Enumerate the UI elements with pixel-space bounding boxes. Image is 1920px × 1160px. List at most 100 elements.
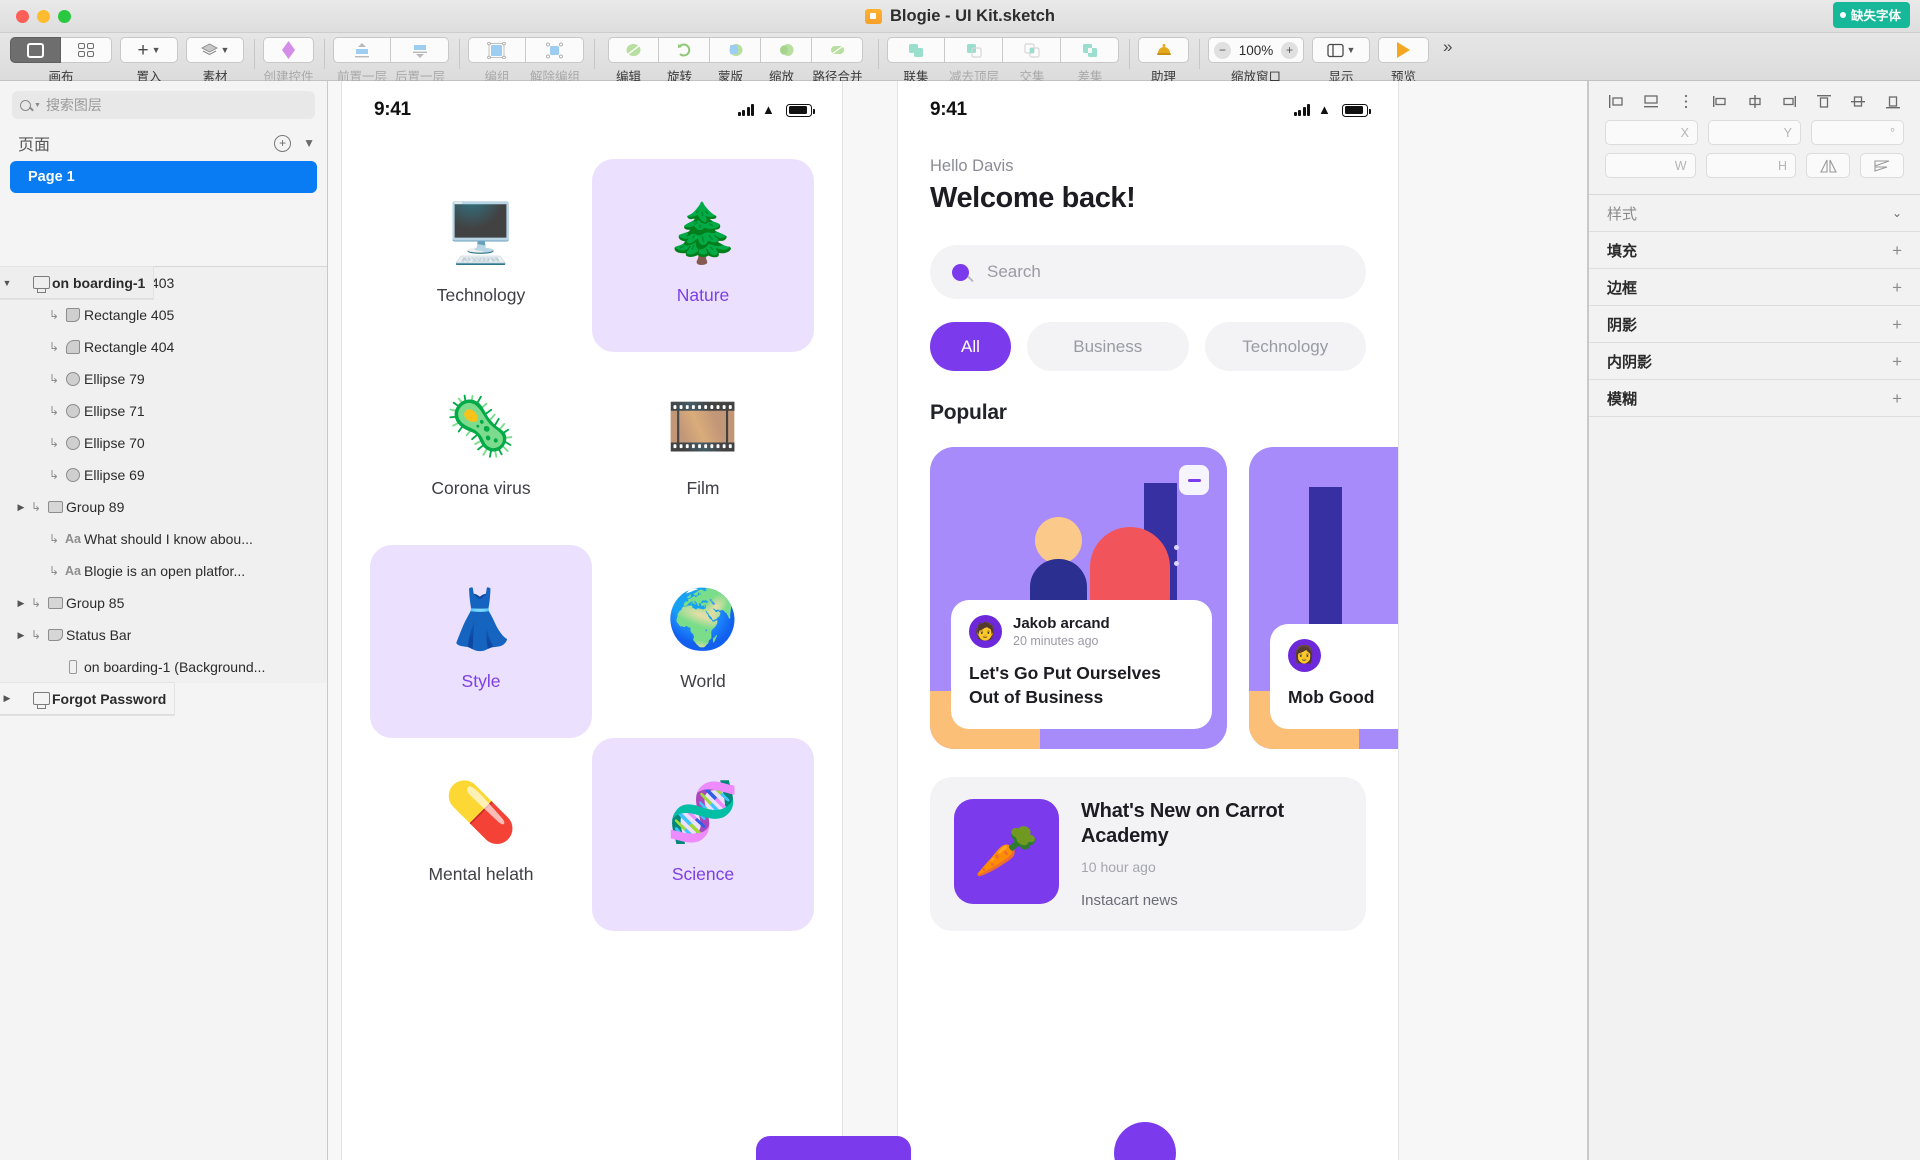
align-start-icon[interactable] [1711,93,1730,110]
chevron-right-icon[interactable]: · [32,374,46,384]
plus-icon[interactable]: + [1892,279,1902,296]
layer-search-box[interactable]: ▼ 搜索图层 [12,91,315,119]
filter-pill[interactable]: Technology [1204,322,1366,371]
layer-row[interactable]: ·↳ Ellipse 70 [0,427,327,459]
category-tile[interactable]: 🖥️ Technology [370,159,592,352]
assistant-button[interactable] [1138,37,1189,63]
intersect-button[interactable] [1003,37,1061,63]
zoom-control[interactable]: − 100% + [1208,37,1304,63]
align-middle-icon[interactable] [1745,93,1764,110]
zoom-in-button[interactable]: + [1281,41,1298,59]
popular-card-row[interactable]: 🧑 Jakob arcand 20 minutes ago Let's Go P… [930,447,1398,749]
chevron-right-icon[interactable]: ▶ [14,502,28,513]
align-distribute-icon[interactable] [1676,93,1695,110]
layer-row[interactable]: ·↳ Ellipse 69 [0,459,327,491]
layer-row[interactable]: ·↳ AaWhat should I know abou... [0,523,327,555]
chevron-right-icon[interactable]: · [32,566,46,576]
chevron-right-icon[interactable]: · [32,470,46,480]
page-item-page-1[interactable]: Page 1 [10,161,317,193]
ungroup-button[interactable] [526,37,584,63]
window-controls[interactable] [0,9,71,23]
plus-icon[interactable]: + [1892,390,1902,407]
chevron-right-icon[interactable]: · [32,662,46,672]
rotate-button[interactable] [659,37,710,63]
chevron-right-icon[interactable]: · [32,438,46,448]
chevron-right-icon[interactable]: · [32,342,46,352]
style-sections[interactable]: 样式 ⌄ 填充 + 边框 + 阴影 + 内阴影 + 模糊 + [1589,195,1920,417]
edit-shape-button[interactable] [608,37,659,63]
flip-horizontal-button[interactable] [1806,153,1850,178]
chevron-right-icon[interactable]: · [32,310,46,320]
send-backward-button[interactable] [391,37,449,63]
artboard-tool-button[interactable] [10,37,61,63]
zoom-out-button[interactable]: − [1214,41,1231,59]
category-tile[interactable]: 👗 Style [370,545,592,738]
artboard-home[interactable]: 9:41 Hello Davis Welcome back! Search Al… [898,81,1398,1160]
chevron-right-icon[interactable]: ▶ [0,693,14,704]
category-grid[interactable]: 🖥️ Technology 🌲 Nature 🦠 Corona virus 🎞️ Film 👗 S… [342,121,842,931]
union-button[interactable] [887,37,945,63]
inspector-section-row[interactable]: 模糊 + [1589,380,1920,417]
display-options-button[interactable]: ▼ [1312,37,1370,63]
close-window-button[interactable] [16,9,29,23]
layer-tree[interactable]: ▶started▼on boarding-1·↳Rectangle 403·↳R… [0,267,327,1160]
layer-row-artboard[interactable]: ▼ on boarding-1 [0,267,154,299]
plus-icon[interactable]: + [1892,242,1902,259]
maximize-window-button[interactable] [58,9,71,23]
flip-vertical-button[interactable] [1860,153,1904,178]
category-tile[interactable]: 🦠 Corona virus [370,352,592,545]
home-search-input[interactable]: Search [930,245,1366,299]
minimize-window-button[interactable] [37,9,50,23]
category-tile[interactable]: 🧬 Science [592,738,814,931]
align-middle-vertical-icon[interactable] [1849,93,1868,110]
layer-row[interactable]: ▶ ↳ Group 85 [0,587,327,619]
filter-pill[interactable]: Business [1027,322,1189,371]
layer-row[interactable]: ·↳ Ellipse 71 [0,395,327,427]
chevron-down-icon[interactable]: ▼ [0,278,14,288]
layer-row[interactable]: ·↳ Ellipse 79 [0,363,327,395]
subtract-button[interactable] [945,37,1003,63]
add-page-button[interactable]: + [274,134,292,152]
category-tile[interactable]: 🎞️ Film [592,352,814,545]
bring-forward-button[interactable] [333,37,391,63]
align-bottom-icon[interactable] [1883,93,1902,110]
height-field[interactable]: H [1705,153,1796,178]
primary-action-button[interactable] [756,1136,911,1160]
chevron-down-icon[interactable]: ⌄ [1892,206,1902,220]
layer-row-artboard[interactable]: ▶ Forgot Password [0,683,175,715]
preview-button[interactable] [1378,37,1429,63]
inspector-section-header[interactable]: 样式 ⌄ [1589,195,1920,232]
main-toolbar[interactable]: 画布 + ▼ 置入 ▼ 素材 创建控件 前置一层 后置一层 编组 解除编组 编辑… [0,33,1920,84]
chevron-right-icon[interactable]: · [32,406,46,416]
alignment-toolbar[interactable] [1589,81,1920,120]
align-center-horizontal-icon[interactable] [1642,93,1661,110]
group-button[interactable] [468,37,526,63]
inspector-section-row[interactable]: 内阴影 + [1589,343,1920,380]
flatten-path-button[interactable] [812,37,863,63]
chevron-right-icon[interactable]: ▶ [14,630,28,641]
category-tile[interactable]: 🌍 World [592,545,814,738]
bookmark-icon[interactable] [1179,465,1209,495]
chevron-right-icon[interactable]: · [32,534,46,544]
floating-action-circle[interactable] [1114,1122,1176,1160]
mask-button[interactable] [710,37,761,63]
filter-pill[interactable]: All [930,322,1011,371]
layer-row[interactable]: ·↳ AaBlogie is an open platfor... [0,555,327,587]
grid-view-button[interactable] [61,37,112,63]
layer-row[interactable]: · on boarding-1 (Background... [0,651,327,683]
pages-menu-chevron-down-icon[interactable]: ▼ [303,136,315,150]
inspector-section-row[interactable]: 边框 + [1589,269,1920,306]
x-field[interactable]: X [1605,120,1698,145]
toolbar-overflow-button[interactable]: » [1443,37,1452,57]
scale-button[interactable] [761,37,812,63]
news-card[interactable]: 🥕 What's New on Carrot Academy 10 hour a… [930,777,1366,931]
align-left-icon[interactable] [1607,93,1626,110]
inspector-section-row[interactable]: 填充 + [1589,232,1920,269]
popular-card[interactable]: 🧑 Jakob arcand 20 minutes ago Let's Go P… [930,447,1227,749]
inspector-section-row[interactable]: 阴影 + [1589,306,1920,343]
design-canvas[interactable]: 9:41 🖥️ Technology 🌲 Nature 🦠 Corona virus 🎞️ F… [328,81,1588,1160]
rotation-field[interactable]: ° [1811,120,1904,145]
artboard-categories[interactable]: 9:41 🖥️ Technology 🌲 Nature 🦠 Corona virus 🎞️ F… [342,81,842,1160]
layer-row[interactable]: ·↳ Rectangle 404 [0,331,327,363]
plus-icon[interactable]: + [1892,316,1902,333]
